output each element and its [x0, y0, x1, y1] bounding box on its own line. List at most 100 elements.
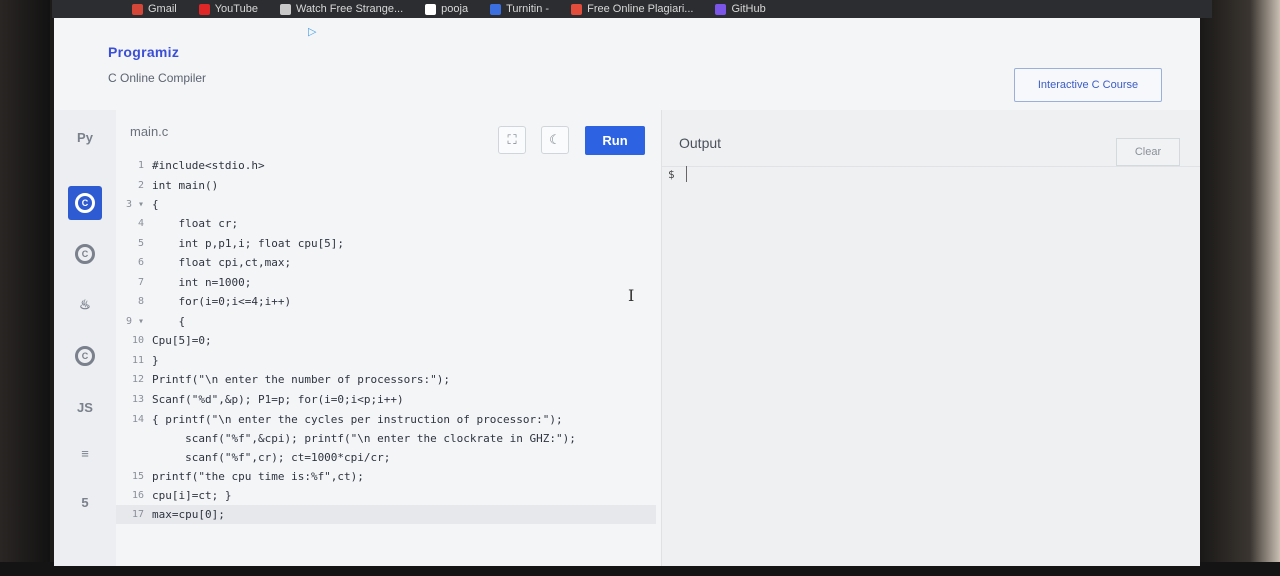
code-line[interactable]: 2 int main() — [116, 176, 656, 195]
code-text: max=cpu[0]; — [152, 508, 225, 521]
line-number: 7 — [137, 277, 144, 288]
github-icon — [715, 3, 727, 15]
js-icon: JS — [77, 399, 93, 415]
code-line[interactable]: 4 float cr; — [116, 214, 656, 233]
bookmark-item[interactable]: Free Online Plagiari... — [571, 3, 693, 15]
bookmark-label: Gmail — [148, 3, 177, 15]
code-line[interactable]: 3 ▾ { — [116, 195, 656, 214]
page-subtitle: C Online Compiler — [108, 71, 207, 85]
sidebar-item-html[interactable]: 5 — [68, 485, 102, 519]
code-text: int n=1000; — [152, 276, 252, 289]
sidebar-item-sql[interactable]: ≡ — [68, 436, 102, 470]
bookmark-item[interactable]: YouTube — [198, 3, 258, 15]
youtube-icon — [198, 3, 210, 15]
line-number: 3 ▾ — [125, 199, 144, 210]
line-number: 10 — [131, 335, 144, 346]
code-line[interactable]: 16 cpu[i]=ct; } — [116, 486, 656, 505]
code-line[interactable]: 12 Printf("\n enter the number of process… — [116, 370, 656, 389]
bookmark-label: Free Online Plagiari... — [587, 3, 694, 15]
fullscreen-icon[interactable]: ⛶ — [498, 126, 526, 154]
code-line[interactable]: 10 Cpu[5]=0; — [116, 331, 656, 350]
code-line[interactable]: 7 int n=1000; — [116, 273, 656, 292]
line-number: 11 — [131, 355, 144, 366]
bookmark-label: Watch Free Strange... — [295, 3, 404, 15]
code-text: for(i=0;i<=4;i++) — [152, 295, 292, 308]
text-cursor-icon: I — [628, 286, 635, 305]
output-header: Output Clear — [662, 110, 1200, 167]
language-sidebar: Py C C ♨ C JS ≡ 5 — [54, 110, 117, 566]
code-text: } — [152, 354, 159, 367]
screen-bezel-left — [0, 0, 50, 576]
bookmark-item[interactable]: Watch Free Strange... — [279, 3, 404, 15]
code-line[interactable]: scanf("%f",cr); ct=1000*cpi/cr; — [116, 448, 656, 467]
python-icon: Py — [77, 129, 93, 145]
code-line[interactable]: 13 Scanf("%d",&p); P1=p; for(i=0;i<p;i++) — [116, 390, 656, 409]
run-button[interactable]: Run — [585, 126, 645, 155]
line-number: 12 — [131, 374, 144, 385]
c-icon: C — [75, 193, 95, 213]
code-text: printf("the cpu time is:%f",ct); — [152, 470, 364, 483]
code-line[interactable]: 5 int p,p1,i; float cpu[5]; — [116, 234, 656, 253]
play-ad-icon[interactable]: ▷ — [308, 25, 316, 38]
sidebar-item-cpp[interactable]: C — [68, 237, 102, 271]
output-panel: Output Clear $ — [661, 110, 1200, 566]
csharp-icon: C — [75, 346, 95, 366]
compiler-app: Programiz C Online Compiler ▷ Interactiv… — [54, 18, 1200, 566]
code-line[interactable]: 9 ▾ { — [116, 312, 656, 331]
code-text: { — [152, 315, 186, 328]
html-icon: 5 — [81, 494, 89, 510]
code-line[interactable]: 15 printf("the cpu time is:%f",ct); — [116, 467, 656, 486]
code-line[interactable]: 11} — [116, 351, 656, 370]
sidebar-item-java[interactable]: ♨ — [68, 288, 102, 322]
line-number: 9 ▾ — [125, 316, 144, 327]
moon-icon[interactable]: ☾ — [541, 126, 569, 154]
line-number: 15 — [131, 471, 144, 482]
code-text: Printf("\n enter the number of processor… — [152, 373, 451, 386]
interactive-course-button[interactable]: Interactive C Course — [1014, 68, 1162, 102]
line-number: 6 — [137, 257, 144, 268]
bookmark-item[interactable]: pooja — [425, 3, 468, 15]
code-text: Scanf("%d",&p); P1=p; for(i=0;i<p;i++) — [152, 393, 404, 406]
code-text: scanf("%f",&cpi); printf("\n enter the c… — [152, 432, 576, 445]
cpp-icon: C — [75, 244, 95, 264]
code-line[interactable]: 8 for(i=0;i<=4;i++) — [116, 292, 656, 311]
line-number: 8 — [137, 296, 144, 307]
line-number: 16 — [131, 490, 144, 501]
bookmark-label: YouTube — [214, 3, 258, 15]
film-icon — [279, 3, 291, 15]
code-line[interactable]: 17 max=cpu[0]; — [116, 505, 656, 524]
database-icon: ≡ — [81, 445, 89, 461]
line-number: 1 — [137, 160, 144, 171]
code-text: float cpi,ct,max; — [152, 256, 292, 269]
code-text: float cr; — [152, 217, 239, 230]
code-text: { printf("\n enter the cycles per instru… — [152, 413, 563, 426]
github-icon — [425, 3, 437, 15]
turnitin-icon — [490, 3, 502, 15]
sidebar-item-python[interactable]: Py — [68, 120, 102, 154]
sidebar-item-javascript[interactable]: JS — [68, 390, 102, 424]
code-text: #include<stdio.h> — [152, 159, 265, 172]
bookmark-label: pooja — [441, 3, 469, 15]
terminal-caret[interactable] — [686, 166, 687, 182]
code-editor[interactable]: main.c ⛶ ☾ Run 1 #include<stdio.h> 2 int ma… — [116, 110, 661, 566]
code-text: int main() — [152, 179, 219, 192]
code-text: Cpu[5]=0; — [152, 334, 212, 347]
line-number: 4 — [137, 218, 144, 229]
code-line[interactable]: 14 { printf("\n enter the cycles per inst… — [116, 410, 656, 429]
logo-text: Programiz — [108, 44, 180, 60]
sidebar-item-csharp[interactable]: C — [68, 339, 102, 373]
programiz-logo[interactable]: Programiz — [108, 44, 179, 60]
file-tab[interactable]: main.c — [130, 124, 168, 139]
code-line[interactable]: 1 #include<stdio.h> — [116, 156, 656, 175]
code-line[interactable]: scanf("%f",&cpi); printf("\n enter the c… — [116, 429, 656, 448]
bookmark-item[interactable]: Gmail — [132, 3, 177, 15]
bookmark-item[interactable]: GitHub — [715, 3, 766, 15]
code-line[interactable]: 6 float cpi,ct,max; — [116, 253, 656, 272]
clear-button[interactable]: Clear — [1116, 138, 1180, 166]
bookmark-item[interactable]: Turnitin - — [490, 3, 549, 15]
check-icon — [571, 3, 583, 15]
sidebar-item-c[interactable]: C — [68, 186, 102, 220]
line-number: 13 — [131, 394, 144, 405]
header: Programiz C Online Compiler ▷ Interactiv… — [54, 18, 1200, 111]
line-number: 2 — [137, 180, 144, 191]
